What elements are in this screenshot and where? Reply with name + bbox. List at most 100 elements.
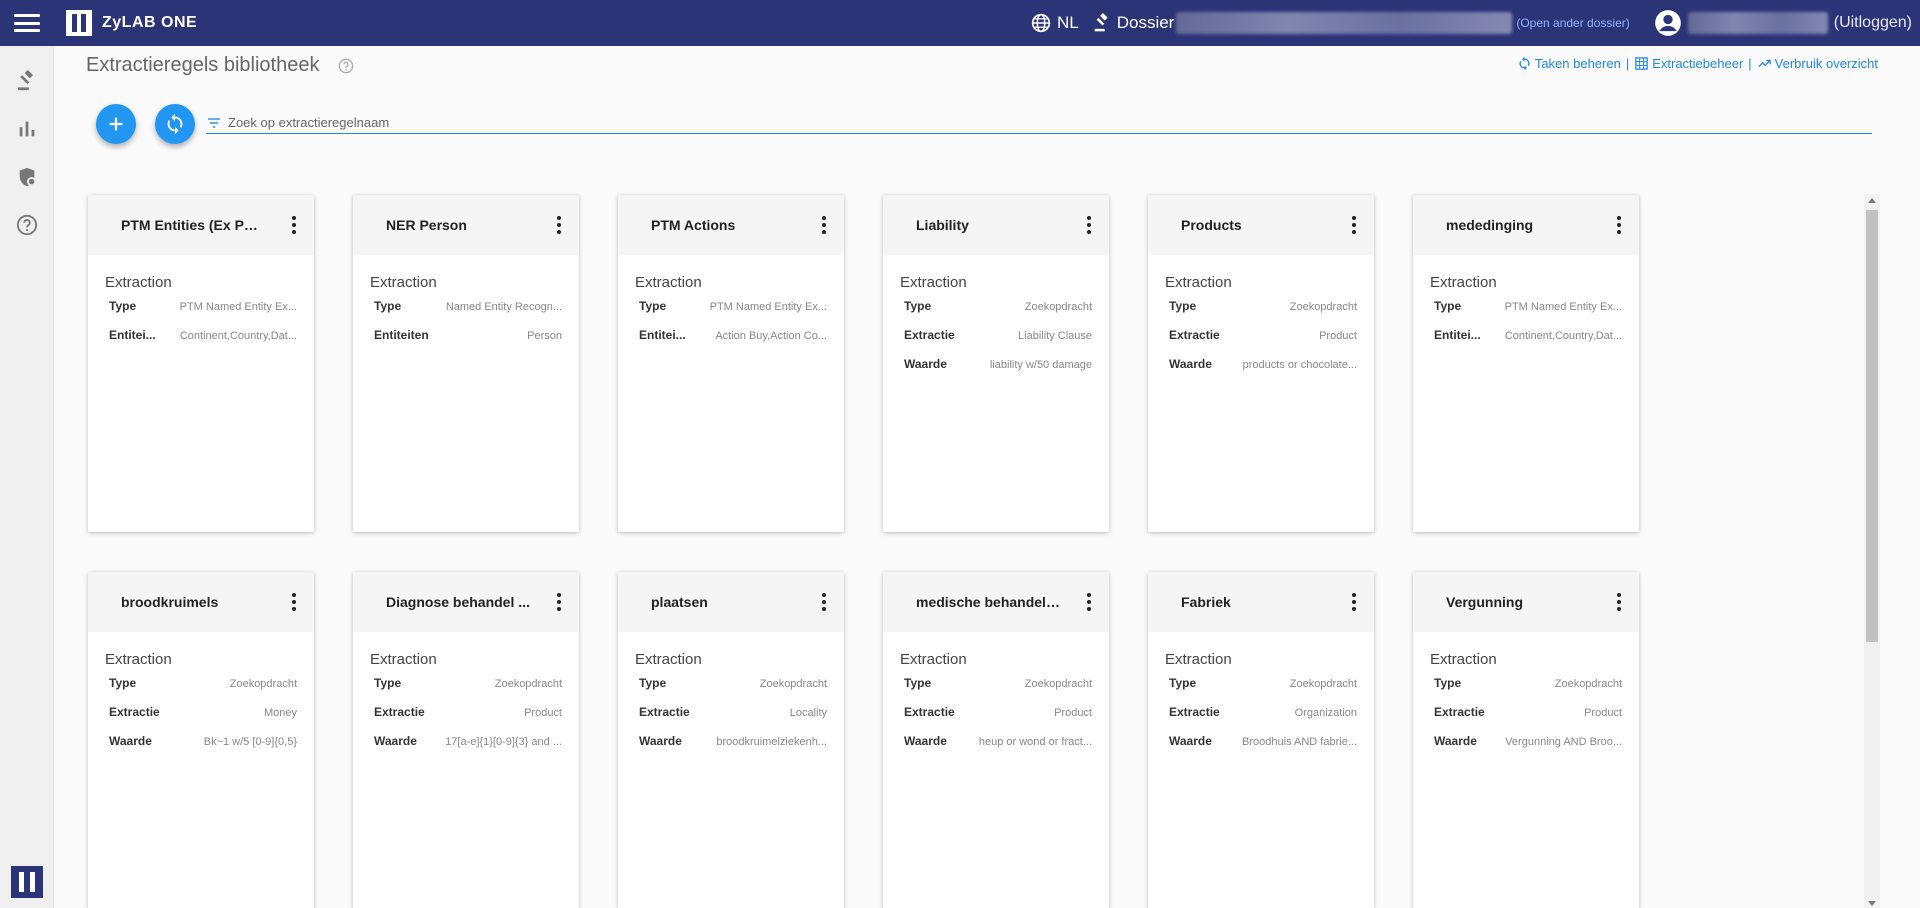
- field-label: Type: [109, 299, 137, 313]
- more-vert-icon[interactable]: [822, 216, 828, 234]
- card-field-row: Type Zoekopdracht: [900, 676, 1092, 705]
- rule-card[interactable]: Vergunning Extraction Type Zoekopdracht Extr…: [1413, 572, 1639, 908]
- card-title: PTM Entities (Ex Per...: [121, 217, 265, 233]
- dossier-info: Dossier (Open ander dossier): [1093, 12, 1654, 34]
- rule-card[interactable]: Liability Extraction Type Zoekopdracht Extra…: [883, 195, 1109, 532]
- field-value: broodkruimelziekenh...: [716, 736, 827, 748]
- extraction-management-link[interactable]: Extractiebeheer: [1634, 56, 1743, 71]
- field-label: Type: [904, 676, 932, 690]
- more-vert-icon[interactable]: [1617, 593, 1623, 611]
- card-title: Diagnose behandel ...: [386, 594, 530, 610]
- field-value: heup or wond or fract...: [978, 736, 1092, 748]
- more-vert-icon[interactable]: [1087, 593, 1093, 611]
- rule-card[interactable]: PTM Entities (Ex Per... Extraction Type PTM…: [88, 195, 314, 532]
- rule-card[interactable]: PTM Actions Extraction Type PTM Named Entit…: [618, 195, 844, 532]
- language-selector[interactable]: NL: [1031, 13, 1079, 33]
- card-field-row: Extractie Money: [105, 705, 297, 734]
- scroll-thumb[interactable]: [1866, 210, 1878, 642]
- more-vert-icon[interactable]: [1617, 216, 1623, 234]
- field-value: Product: [524, 707, 562, 719]
- card-header: Vergunning: [1413, 572, 1639, 632]
- bar-chart-icon[interactable]: [16, 118, 38, 140]
- search-input[interactable]: [228, 115, 1872, 130]
- shield-settings-icon[interactable]: [16, 166, 38, 188]
- vertical-scrollbar[interactable]: [1864, 194, 1880, 908]
- more-vert-icon[interactable]: [292, 593, 298, 611]
- field-label: Type: [904, 299, 932, 313]
- field-value: Locality: [789, 707, 827, 719]
- card-subtitle: Extraction: [1430, 651, 1497, 668]
- more-vert-icon[interactable]: [822, 593, 828, 611]
- field-label: Extractie: [1434, 705, 1485, 719]
- card-field-row: Type Named Entity Recogn...: [370, 299, 562, 328]
- left-rail: [0, 46, 54, 908]
- rule-card[interactable]: Fabriek Extraction Type Zoekopdracht Extract…: [1148, 572, 1374, 908]
- manage-tasks-link[interactable]: Taken beheren: [1517, 56, 1621, 71]
- card-header: Fabriek: [1148, 572, 1374, 632]
- more-vert-icon[interactable]: [1352, 216, 1358, 234]
- field-label: Extractie: [639, 705, 690, 719]
- more-vert-icon[interactable]: [557, 216, 563, 234]
- card-field-row: Type Zoekopdracht: [635, 676, 827, 705]
- card-field-row: Waarde liability w/50 damage: [900, 357, 1092, 386]
- card-body: Extraction Type Zoekopdracht Extractie Local…: [618, 632, 844, 763]
- logout-link[interactable]: (Uitloggen): [1834, 14, 1912, 32]
- card-header: Diagnose behandel ...: [353, 572, 579, 632]
- field-value: products or chocolate...: [1242, 359, 1357, 371]
- hamburger-icon[interactable]: [14, 14, 40, 32]
- help-icon[interactable]: [16, 214, 38, 236]
- card-field-row: Waarde 17[a-e]{1}[0-9]{3} and ...: [370, 734, 562, 763]
- field-label: Waarde: [904, 734, 947, 748]
- rule-card[interactable]: Products Extraction Type Zoekopdracht Extrac…: [1148, 195, 1374, 532]
- filter-icon: [208, 117, 220, 128]
- rule-card[interactable]: Diagnose behandel ... Extraction Type Zoeko…: [353, 572, 579, 908]
- card-field-row: Entitei... Continent,Country,Dat...: [105, 328, 297, 357]
- card-field-row: Extractie Product: [370, 705, 562, 734]
- more-vert-icon[interactable]: [1087, 216, 1093, 234]
- rule-card[interactable]: broodkruimels Extraction Type Zoekopdracht E…: [88, 572, 314, 908]
- card-body: Extraction Type Named Entity Recogn... Enti…: [353, 255, 579, 357]
- rule-card[interactable]: NER Person Extraction Type Named Entity Rec…: [353, 195, 579, 532]
- field-value: Action Buy,Action Co...: [715, 330, 827, 342]
- dossier-label: Dossier: [1116, 13, 1175, 32]
- card-field-row: Type Zoekopdracht: [1165, 676, 1357, 705]
- refresh-button[interactable]: [155, 104, 195, 144]
- card-subtitle: Extraction: [900, 651, 967, 668]
- scroll-down-arrow-icon[interactable]: [1868, 901, 1876, 906]
- field-value: Zoekopdracht: [1289, 678, 1357, 690]
- rule-card[interactable]: plaatsen Extraction Type Zoekopdracht Extrac…: [618, 572, 844, 908]
- rule-card[interactable]: mededinging Extraction Type PTM Named Entit…: [1413, 195, 1639, 532]
- rule-card[interactable]: medische behandeli... Extraction Type Zoeko…: [883, 572, 1109, 908]
- card-header: medische behandeli...: [883, 572, 1109, 632]
- card-field-row: Type Zoekopdracht: [900, 299, 1092, 328]
- field-label: Type: [1434, 299, 1462, 313]
- field-value: Vergunning AND Broo...: [1505, 736, 1622, 748]
- account-circle-icon[interactable]: [1654, 9, 1682, 37]
- card-field-row: Waarde Bk~1 w/5 [0-9]{0,5}: [105, 734, 297, 763]
- scroll-up-arrow-icon[interactable]: [1868, 198, 1876, 203]
- more-vert-icon[interactable]: [292, 216, 298, 234]
- field-value: Zoekopdracht: [1289, 301, 1357, 313]
- card-title: Vergunning: [1446, 594, 1523, 610]
- field-label: Type: [109, 676, 137, 690]
- card-field-row: Type PTM Named Entity Ex...: [1430, 299, 1622, 328]
- help-circle-icon[interactable]: [338, 58, 354, 74]
- field-label: Entitei...: [1434, 328, 1481, 342]
- more-vert-icon[interactable]: [1352, 593, 1358, 611]
- field-value: Organization: [1294, 707, 1357, 719]
- card-body: Extraction Type PTM Named Entity Ex... Enti…: [618, 255, 844, 357]
- open-other-dossier-link[interactable]: (Open ander dossier): [1516, 16, 1629, 30]
- gavel-icon: [1094, 13, 1108, 32]
- add-rule-button[interactable]: [96, 104, 136, 144]
- card-field-row: Extractie Organization: [1165, 705, 1357, 734]
- card-field-row: Type PTM Named Entity Ex...: [635, 299, 827, 328]
- usage-overview-link[interactable]: Verbruik overzicht: [1757, 56, 1878, 71]
- field-value: Broodhuis AND fabrie...: [1242, 736, 1357, 748]
- card-header: broodkruimels: [88, 572, 314, 632]
- card-subtitle: Extraction: [635, 651, 702, 668]
- card-subtitle: Extraction: [1165, 651, 1232, 668]
- field-value: liability w/50 damage: [989, 359, 1092, 371]
- more-vert-icon[interactable]: [557, 593, 563, 611]
- card-field-row: Waarde Broodhuis AND fabrie...: [1165, 734, 1357, 763]
- gavel-nav-icon[interactable]: [16, 70, 38, 92]
